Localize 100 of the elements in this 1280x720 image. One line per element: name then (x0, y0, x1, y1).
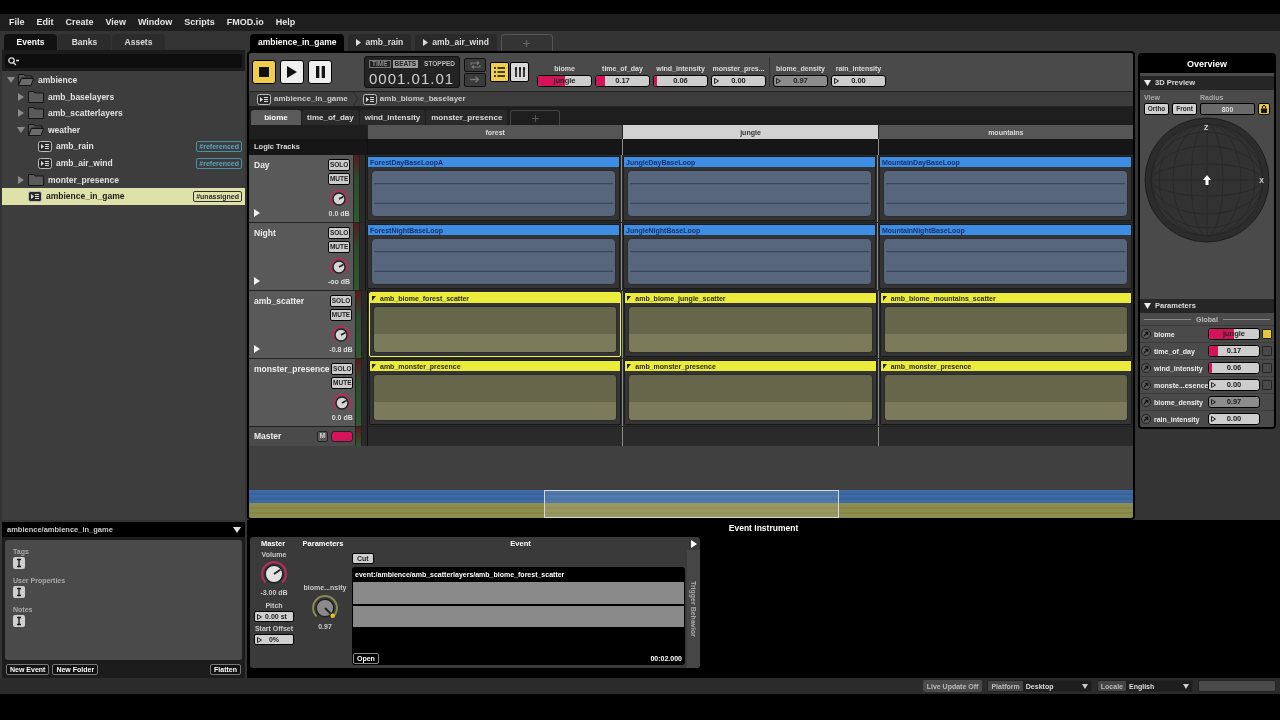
play-icon (287, 66, 297, 78)
arrow-icon (882, 363, 887, 369)
tab[interactable]: time_of_day (302, 110, 359, 125)
folder-icon (28, 90, 44, 103)
playback-position: 0001.01.01 (369, 71, 455, 86)
checkbox[interactable] (1262, 363, 1272, 373)
volume-knob[interactable] (329, 257, 350, 277)
volume-knob[interactable] (329, 189, 350, 209)
plus-icon (523, 39, 531, 47)
menu-item[interactable]: File (3, 14, 31, 31)
tree-item[interactable]: ambience (2, 72, 245, 89)
search-field[interactable] (5, 54, 242, 68)
menu-item[interactable]: Edit (30, 14, 60, 31)
marker-icon (257, 637, 262, 643)
listener-icon[interactable] (1203, 175, 1211, 185)
checkbox[interactable] (1262, 329, 1272, 339)
tab[interactable]: ambience_in_game (250, 34, 345, 51)
marker-icon (1211, 382, 1216, 388)
arrow-icon (372, 363, 376, 369)
expand-arrow-icon[interactable] (254, 277, 260, 285)
panel-title: Overview (1140, 55, 1274, 73)
pause-button[interactable] (308, 60, 332, 84)
tree-item[interactable]: amb_baselayers (2, 88, 245, 106)
arrow-circle-icon[interactable] (1141, 346, 1151, 356)
tab[interactable]: amb_rain (348, 34, 412, 51)
collapse-arrow-icon[interactable] (7, 77, 15, 84)
text-cursor-icon[interactable] (13, 586, 25, 598)
menu-item[interactable]: Window (131, 14, 179, 31)
text-cursor-icon[interactable] (13, 557, 25, 569)
dropdown-arrow-icon[interactable] (233, 526, 241, 533)
panel-title: Event Instrument (727, 522, 800, 536)
volume-control[interactable] (331, 431, 353, 442)
marker-icon (257, 614, 262, 620)
volume-knob[interactable] (331, 325, 351, 345)
tab[interactable]: Assets (112, 34, 165, 50)
loop-button[interactable] (464, 57, 486, 72)
search-icon (8, 56, 19, 66)
dropdown-arrow-icon (1081, 683, 1088, 689)
expand-arrow-icon[interactable] (254, 345, 260, 353)
checkbox[interactable] (1262, 380, 1272, 390)
marker-icon (714, 78, 719, 84)
open-folder-icon (28, 124, 44, 137)
play-icon (423, 39, 429, 46)
stop-button[interactable] (252, 60, 276, 84)
track-name: Master (254, 432, 282, 441)
track-name: amb_scatter (254, 297, 306, 306)
track-name: monster_presence (254, 365, 330, 374)
arrow-circle-icon[interactable] (1141, 363, 1151, 373)
viewport-handle[interactable] (544, 490, 839, 518)
marker-icon (834, 78, 839, 84)
event-icon (38, 157, 52, 169)
track-name: Night (254, 229, 277, 238)
tab[interactable]: biome (251, 110, 301, 125)
folder-icon (28, 173, 44, 186)
checkbox[interactable] (1262, 346, 1272, 356)
breadcrumb-item[interactable]: ambience_in_game (257, 93, 348, 105)
list-icon (494, 67, 505, 77)
arrow-circle-icon[interactable] (1141, 380, 1151, 390)
loop-icon (469, 60, 481, 69)
tab[interactable]: Events (4, 34, 57, 50)
arrow-circle-icon[interactable] (1141, 329, 1151, 339)
arrow-circle-icon[interactable] (1141, 414, 1151, 424)
menu-item[interactable]: Create (59, 14, 100, 31)
menu-item[interactable]: FMOD.io (220, 14, 270, 31)
tree-item[interactable]: weather (2, 121, 245, 139)
tab[interactable]: wind_intensity (359, 110, 426, 125)
lock-icon (1261, 105, 1267, 113)
tab[interactable]: monster_presence (426, 110, 508, 125)
breadcrumb-item[interactable]: amb_biome_baselayer (362, 93, 466, 105)
marker-icon (1211, 416, 1216, 422)
tab[interactable]: Banks (58, 34, 111, 50)
pause-icon (315, 66, 325, 78)
event-icon (28, 190, 42, 202)
plus-icon (531, 114, 539, 122)
expand-arrow-icon[interactable] (254, 209, 260, 217)
play-button[interactable] (280, 60, 304, 84)
view-toggle[interactable] (510, 62, 529, 82)
view-toggle[interactable] (490, 62, 509, 82)
volume-knob[interactable] (332, 393, 353, 413)
arrow-right-icon (470, 76, 480, 83)
lock-button[interactable] (1258, 103, 1270, 115)
follow-button[interactable] (464, 72, 486, 87)
expand-arrow-icon[interactable] (691, 539, 697, 548)
tree-item[interactable]: monter_presence (2, 171, 245, 189)
open-folder-icon (18, 74, 34, 87)
input-field[interactable] (1198, 680, 1276, 692)
play-icon (356, 39, 362, 46)
folder-icon (28, 107, 44, 120)
arrow-icon (627, 363, 632, 369)
arrow-icon (882, 295, 887, 301)
menu-item[interactable]: Scripts (178, 14, 221, 31)
menu-item[interactable]: Help (269, 14, 302, 31)
text-cursor-icon[interactable] (13, 615, 25, 627)
arrow-circle-icon[interactable] (1141, 397, 1151, 407)
arrow-icon (627, 295, 632, 301)
tab[interactable]: amb_air_wind (415, 34, 497, 51)
collapse-arrow-icon[interactable] (17, 127, 25, 134)
menu-item[interactable]: View (99, 14, 132, 31)
arrow-icon (372, 295, 376, 301)
tree-item[interactable]: amb_scatterlayers (2, 105, 245, 122)
